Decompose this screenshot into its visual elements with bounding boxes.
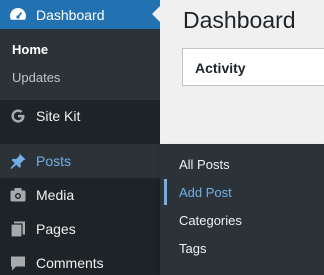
page-title: Dashboard (183, 7, 296, 33)
pushpin-icon (8, 151, 28, 171)
menu-item-posts[interactable]: Posts (0, 144, 160, 178)
pages-icon (8, 219, 28, 239)
submenu-item-all-posts[interactable]: All Posts (179, 157, 230, 172)
open-menu-arrow (152, 153, 160, 169)
submenu-item-add-post[interactable]: Add Post (179, 185, 232, 200)
menu-item-media[interactable]: Media (0, 178, 160, 212)
google-g-icon (8, 106, 28, 126)
menu-item-dashboard-label: Dashboard (36, 6, 105, 23)
media-camera-icon (8, 185, 28, 205)
dashboard-submenu: Home Updates (0, 29, 160, 100)
main-content: Dashboard Activity (160, 0, 324, 144)
comment-bubble-icon (8, 253, 28, 273)
menu-item-site-kit[interactable]: Site Kit (0, 99, 160, 133)
submenu-item-categories[interactable]: Categories (179, 213, 242, 228)
activity-widget-title[interactable]: Activity (195, 60, 246, 76)
current-menu-arrow (152, 6, 160, 22)
menu-item-dashboard[interactable]: Dashboard (0, 0, 160, 29)
menu-item-comments-label: Comments (36, 255, 104, 271)
menu-item-pages-label: Pages (36, 221, 76, 237)
posts-submenu-flyout: All Posts Add Post Categories Tags (160, 144, 324, 275)
submenu-item-updates[interactable]: Updates (12, 70, 60, 85)
menu-item-site-kit-label: Site Kit (36, 108, 81, 124)
activity-widget: Activity (182, 48, 324, 86)
menu-item-comments[interactable]: Comments (0, 246, 160, 275)
submenu-item-tags[interactable]: Tags (179, 241, 206, 256)
dashboard-gauge-icon (8, 5, 28, 25)
hover-indicator-bar (164, 179, 167, 205)
menu-item-media-label: Media (36, 187, 75, 203)
admin-sidebar: Dashboard Home Updates Site Kit Posts Me… (0, 0, 160, 275)
menu-item-posts-label: Posts (36, 153, 72, 169)
menu-item-pages[interactable]: Pages (0, 212, 160, 246)
submenu-item-home[interactable]: Home (12, 42, 48, 57)
